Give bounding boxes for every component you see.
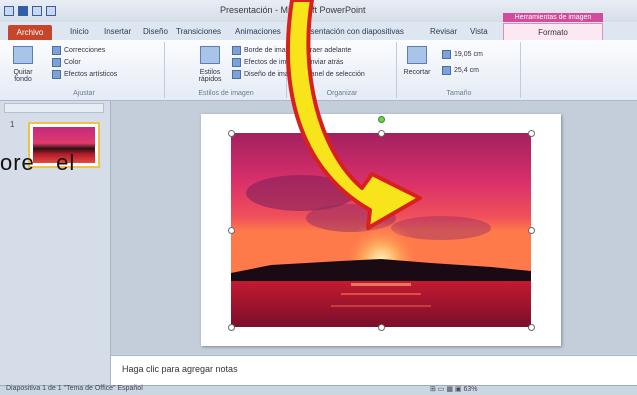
group-size-label: Tamaño — [446, 90, 472, 97]
group-picture-styles: Estilos rápidos Borde de imagen Efectos … — [166, 42, 302, 98]
notes-placeholder: Haga clic para agregar notas — [122, 364, 238, 374]
color-button[interactable]: Color — [52, 58, 81, 67]
save-icon[interactable] — [18, 6, 28, 16]
quick-styles-button[interactable]: Estilos rápidos — [192, 46, 228, 83]
resize-handle[interactable] — [528, 227, 535, 234]
redo-icon[interactable] — [46, 6, 56, 16]
resize-handle[interactable] — [378, 130, 385, 137]
resize-handle[interactable] — [228, 324, 235, 331]
overlay-text: ore el — [0, 150, 76, 175]
artistic-effects-button[interactable]: Efectos artísticos — [52, 70, 117, 79]
remove-background-button[interactable]: Quitar fondo — [6, 46, 40, 83]
group-adjust-label: Ajustar — [73, 90, 95, 97]
crop-button[interactable]: Recortar — [402, 46, 432, 76]
picture-layout-icon — [232, 70, 241, 79]
width-icon — [442, 66, 451, 75]
color-icon — [52, 58, 61, 67]
app-icon[interactable] — [4, 6, 14, 16]
bring-forward-button[interactable]: Traer adelante — [294, 46, 351, 55]
width-field[interactable]: 25,4 cm — [442, 66, 479, 75]
view-controls[interactable]: ⊞ ▭ ▦ ▣ 63% — [430, 385, 478, 393]
resize-handle[interactable] — [228, 227, 235, 234]
resize-handle[interactable] — [528, 130, 535, 137]
tab-design[interactable]: Diseño — [143, 27, 168, 36]
resize-handle[interactable] — [528, 324, 535, 331]
quick-styles-icon — [200, 46, 220, 64]
context-tab-group-label: Herramientas de imagen — [514, 14, 592, 21]
undo-icon[interactable] — [32, 6, 42, 16]
height-icon — [442, 50, 451, 59]
tab-view[interactable]: Vista — [470, 27, 488, 36]
tab-review[interactable]: Revisar — [430, 27, 457, 36]
send-backward-icon — [294, 58, 303, 67]
bring-forward-icon — [294, 46, 303, 55]
tab-transitions[interactable]: Transiciones — [176, 27, 221, 36]
tab-home[interactable]: Inicio — [70, 27, 89, 36]
group-picture-styles-label: Estilos de imagen — [198, 90, 254, 97]
resize-handle[interactable] — [378, 324, 385, 331]
group-arrange: Traer adelante Enviar atrás Panel de sel… — [288, 42, 397, 98]
status-info: Diapositiva 1 de 1 "Tema de Office" Espa… — [6, 385, 143, 392]
tab-insert[interactable]: Insertar — [104, 27, 131, 36]
slide-number: 1 — [10, 120, 15, 129]
group-arrange-label: Organizar — [326, 90, 358, 97]
window-title: Presentación - Microsoft PowerPoint — [220, 5, 366, 15]
tab-slideshow[interactable]: Presentación con diapositivas — [298, 27, 404, 36]
tab-animations[interactable]: Animaciones — [235, 27, 281, 36]
group-size: Recortar 19,05 cm 25,4 cm Tamaño — [398, 42, 521, 98]
resize-handle[interactable] — [228, 130, 235, 137]
tab-file[interactable]: Archivo — [8, 25, 52, 40]
panel-tabs[interactable] — [4, 103, 104, 113]
crop-icon — [407, 46, 427, 64]
sunset-image — [231, 133, 531, 327]
picture-effects-icon — [232, 58, 241, 67]
tab-format[interactable]: Formato — [503, 23, 603, 40]
artistic-effects-icon — [52, 70, 61, 79]
picture-border-icon — [232, 46, 241, 55]
quick-access-toolbar — [4, 4, 56, 18]
corrections-icon — [52, 46, 61, 55]
rotation-handle[interactable] — [378, 116, 385, 123]
remove-background-icon — [13, 46, 33, 64]
send-backward-button[interactable]: Enviar atrás — [294, 58, 343, 67]
selection-pane-button[interactable]: Panel de selección — [294, 70, 365, 79]
sunset-picture[interactable] — [231, 133, 531, 327]
height-field[interactable]: 19,05 cm — [442, 50, 483, 59]
corrections-button[interactable]: Correcciones — [52, 46, 105, 55]
group-adjust: Quitar fondo Correcciones Color Efectos … — [4, 42, 165, 98]
selection-pane-icon — [294, 70, 303, 79]
